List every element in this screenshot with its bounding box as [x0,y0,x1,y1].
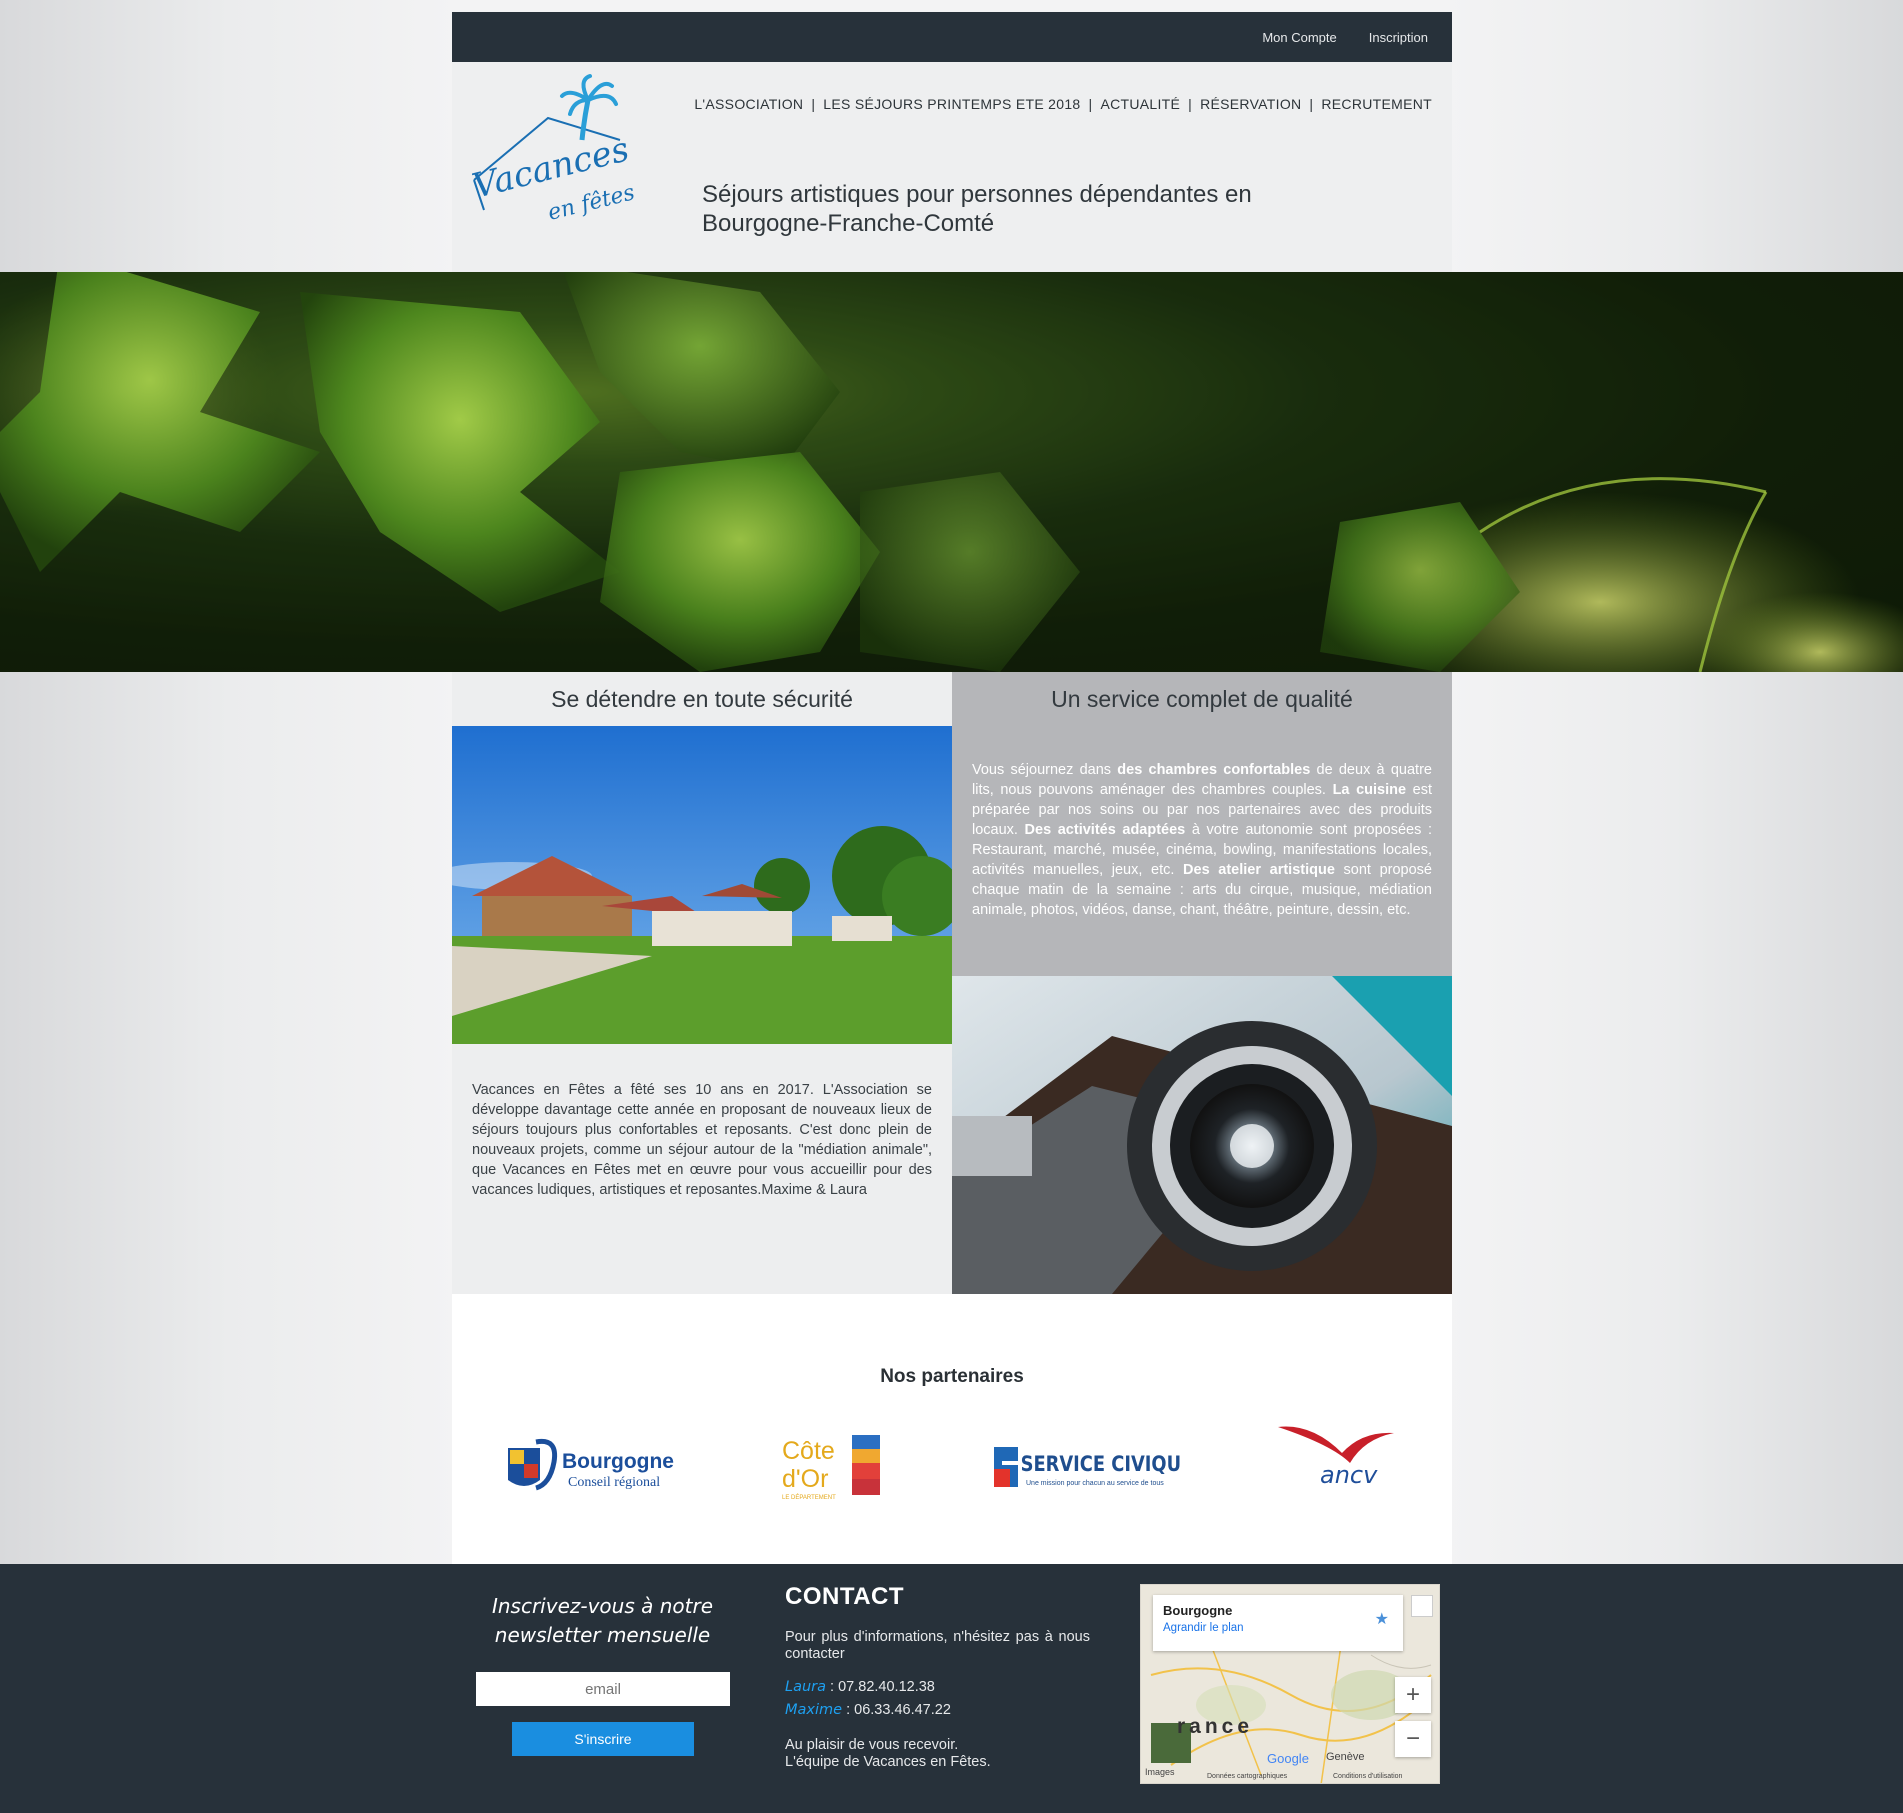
contact-laura: Laura : 07.82.40.12.38 [785,1679,1090,1696]
hero-banner-vine-leaves [0,272,1903,672]
contact-laura-name: Laura [785,1679,827,1695]
newsletter-submit-button[interactable]: S'inscrire [512,1722,694,1756]
bourgogne-sub: Conseil régional [568,1475,660,1490]
ancv-name: ancv [1320,1461,1378,1489]
top-bar: Mon Compte Inscription [452,12,1452,62]
star-icon[interactable]: ★ [1375,1609,1389,1629]
zoom-out-button[interactable]: − [1395,1721,1431,1757]
logo-text-2: en fêtes [545,180,637,226]
site-footer: Inscrivez-vous à notre newsletter mensue… [0,1564,1903,1813]
house-photo [452,726,952,1044]
partners-title: Nos partenaires [880,1366,1024,1387]
site-logo[interactable]: Vacances en fêtes [469,70,640,230]
feature-security-title: Se détendre en toute sécurité [551,685,853,712]
feature-service-text: Vous séjournez dans des chambres confort… [972,760,1432,920]
nav-recrutement[interactable]: RECRUTEMENT [1321,96,1432,112]
contact-maxime-phone: : 06.33.46.47.22 [842,1702,951,1718]
service-highlight-activities: Des activités adaptées [1024,822,1186,838]
main-nav: L'ASSOCIATION | LES SÉJOURS PRINTEMPS ET… [694,96,1432,112]
map-attribution[interactable]: Données cartographiques [1207,1773,1287,1780]
service-highlight-rooms: des chambres confortables [1117,762,1311,778]
nav-sejours[interactable]: LES SÉJOURS PRINTEMPS ETE 2018 [823,96,1080,112]
contact-maxime-name: Maxime [785,1702,843,1718]
cotedor-line1: Côte [782,1437,835,1465]
nav-separator: | [1309,96,1314,112]
newsletter-email-input[interactable] [476,1672,730,1706]
signup-link[interactable]: Inscription [1369,30,1428,45]
street-view-icon[interactable] [1411,1595,1433,1617]
service-highlight-workshops: Des atelier artistique [1183,862,1335,878]
embedded-map[interactable]: Bourgogne Agrandir le plan ★ + − rance G… [1140,1584,1440,1784]
partner-cotedor-logo[interactable]: Côte d'Or LE DÉPARTEMENT [782,1424,892,1514]
partner-bourgogne-logo[interactable]: Bourgogne Conseil régional [506,1424,696,1514]
cotedor-line2: d'Or [782,1465,828,1493]
map-images-label: Images [1145,1767,1175,1777]
feature-security-text: Vacances en Fêtes a fêté ses 10 ans en 2… [472,1082,932,1198]
contact-laura-phone: : 07.82.40.12.38 [826,1679,935,1695]
civique-name: SERVICE CIVIQUE [1021,1452,1180,1477]
partners-section: Nos partenaires Bourgogne Conseil région… [452,1294,1452,1564]
account-link[interactable]: Mon Compte [1262,30,1336,45]
civique-sub: Une mission pour chacun au service de to… [1026,1480,1164,1487]
contact-block: CONTACT Pour plus d'informations, n'hési… [785,1583,1090,1771]
map-place-name: Bourgogne [1163,1603,1233,1618]
newsletter-title: Inscrivez-vous à notre newsletter mensue… [491,1594,714,1647]
map-country-label: rance [1177,1715,1254,1738]
contact-maxime: Maxime : 06.33.46.47.22 [785,1702,1090,1719]
feature-service-title: Un service complet de qualité [1051,685,1353,712]
site-header: Vacances en fêtes L'ASSOCIATION | LES SÉ… [452,62,1452,272]
map-google-label: Google [1267,1751,1309,1766]
site-tagline: Séjours artistiques pour personnes dépen… [702,181,1252,237]
contact-title: CONTACT [785,1583,905,1610]
nav-reservation[interactable]: RÉSERVATION [1200,96,1301,112]
map-place-card: Bourgogne Agrandir le plan ★ [1153,1595,1403,1651]
partner-ancv-logo[interactable]: ancv [1272,1412,1402,1502]
partner-service-civique-logo[interactable]: SERVICE CIVIQUE Une mission pour chacun … [990,1424,1180,1514]
bourgogne-name: Bourgogne [562,1450,674,1473]
nav-association[interactable]: L'ASSOCIATION [694,96,803,112]
map-city-label: Genève [1326,1751,1365,1763]
zoom-in-button[interactable]: + [1395,1677,1431,1713]
nav-separator: | [1188,96,1193,112]
contact-intro: Pour plus d'informations, n'hésitez pas … [785,1629,1090,1662]
contact-closing-1: Au plaisir de vous recevoir. [785,1737,959,1753]
nav-separator: | [1088,96,1093,112]
feature-service: Un service complet de qualité Vous séjou… [952,672,1452,1294]
camera-photo [952,976,1452,1294]
service-text-part: Vous séjournez dans [972,762,1118,778]
cotedor-sub: LE DÉPARTEMENT [782,1494,836,1501]
map-enlarge-link[interactable]: Agrandir le plan [1163,1622,1393,1634]
map-terms-link[interactable]: Conditions d'utilisation [1333,1773,1402,1780]
service-highlight-kitchen: La cuisine [1332,782,1407,798]
feature-security: Se détendre en toute sécurité Vacances e… [452,672,952,1294]
nav-separator: | [811,96,816,112]
nav-actualite[interactable]: ACTUALITÉ [1100,96,1180,112]
contact-closing-2: L'équipe de Vacances en Fêtes. [785,1754,991,1770]
